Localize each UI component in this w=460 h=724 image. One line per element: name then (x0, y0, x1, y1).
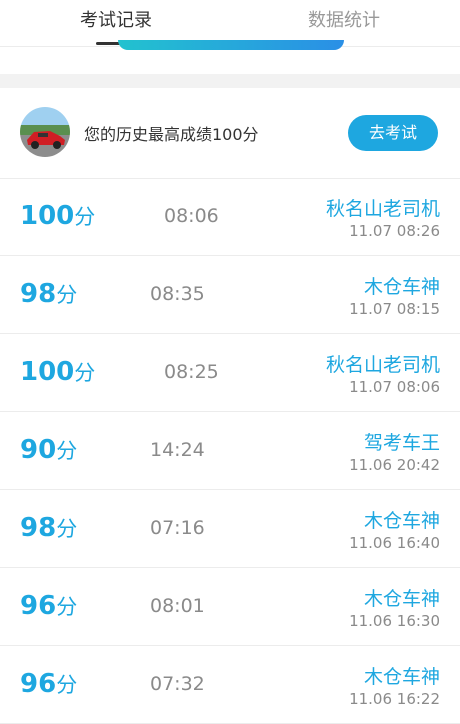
score-value: 96 (20, 591, 57, 621)
record-date: 11.06 16:40 (349, 534, 440, 552)
record-duration: 08:06 (164, 205, 219, 227)
record-score: 96分 (20, 646, 77, 724)
score-unit: 分 (56, 595, 78, 619)
best-score-text: 您的历史最高成绩100分 (84, 125, 259, 144)
best-score-panel: 您的历史最高成绩100分 去考试 (0, 88, 460, 179)
record-user-name: 秋名山老司机 (325, 354, 440, 376)
score-value: 98 (20, 513, 57, 543)
record-score: 98分 (20, 490, 77, 568)
section-divider (0, 74, 460, 88)
record-date: 11.06 16:30 (349, 612, 440, 630)
record-user-name: 驾考车王 (363, 432, 440, 454)
score-unit: 分 (74, 361, 96, 385)
record-row[interactable]: 90分 14:24 驾考车王 11.06 20:42 (0, 412, 460, 490)
record-list: 100分 08:06 秋名山老司机 11.07 08:26 98分 08:35 木仓车神 11… (0, 178, 460, 724)
record-date: 11.07 08:06 (349, 378, 440, 396)
car-photo-icon (20, 107, 70, 157)
record-duration: 08:01 (150, 595, 205, 617)
score-unit: 分 (56, 673, 78, 697)
record-user-name: 木仓车神 (363, 276, 440, 298)
score-unit: 分 (74, 205, 96, 229)
record-row[interactable]: 96分 08:01 木仓车神 11.06 16:30 (0, 568, 460, 646)
record-row[interactable]: 98分 07:16 木仓车神 11.06 16:40 (0, 490, 460, 568)
avatar (20, 107, 70, 157)
record-score: 100分 (20, 178, 95, 256)
record-score: 96分 (20, 568, 77, 646)
score-value: 98 (20, 279, 57, 309)
score-unit: 分 (56, 439, 78, 463)
record-row[interactable]: 98分 08:35 木仓车神 11.07 08:15 (0, 256, 460, 334)
score-value: 100 (20, 357, 75, 387)
record-duration: 07:32 (150, 673, 205, 695)
score-unit: 分 (56, 283, 78, 307)
record-row[interactable]: 96分 07:32 木仓车神 11.06 16:22 (0, 646, 460, 724)
record-date: 11.06 20:42 (349, 456, 440, 474)
record-date: 11.07 08:15 (349, 300, 440, 318)
go-exam-button[interactable]: 去考试 (348, 115, 438, 151)
score-value: 90 (20, 435, 57, 465)
record-duration: 14:24 (150, 439, 205, 461)
record-duration: 08:35 (150, 283, 205, 305)
record-duration: 07:16 (150, 517, 205, 539)
progress-banner-edge (118, 40, 344, 50)
score-unit: 分 (56, 517, 78, 541)
record-user-name: 木仓车神 (363, 666, 440, 688)
record-duration: 08:25 (164, 361, 219, 383)
record-score: 90分 (20, 412, 77, 490)
record-row[interactable]: 100分 08:25 秋名山老司机 11.07 08:06 (0, 334, 460, 412)
record-date: 11.07 08:26 (349, 222, 440, 240)
record-user-name: 木仓车神 (363, 588, 440, 610)
record-score: 100分 (20, 334, 95, 412)
record-score: 98分 (20, 256, 77, 334)
score-value: 96 (20, 669, 57, 699)
record-date: 11.06 16:22 (349, 690, 440, 708)
record-row[interactable]: 100分 08:06 秋名山老司机 11.07 08:26 (0, 178, 460, 256)
record-user-name: 木仓车神 (363, 510, 440, 532)
record-user-name: 秋名山老司机 (325, 198, 440, 220)
score-value: 100 (20, 201, 75, 231)
